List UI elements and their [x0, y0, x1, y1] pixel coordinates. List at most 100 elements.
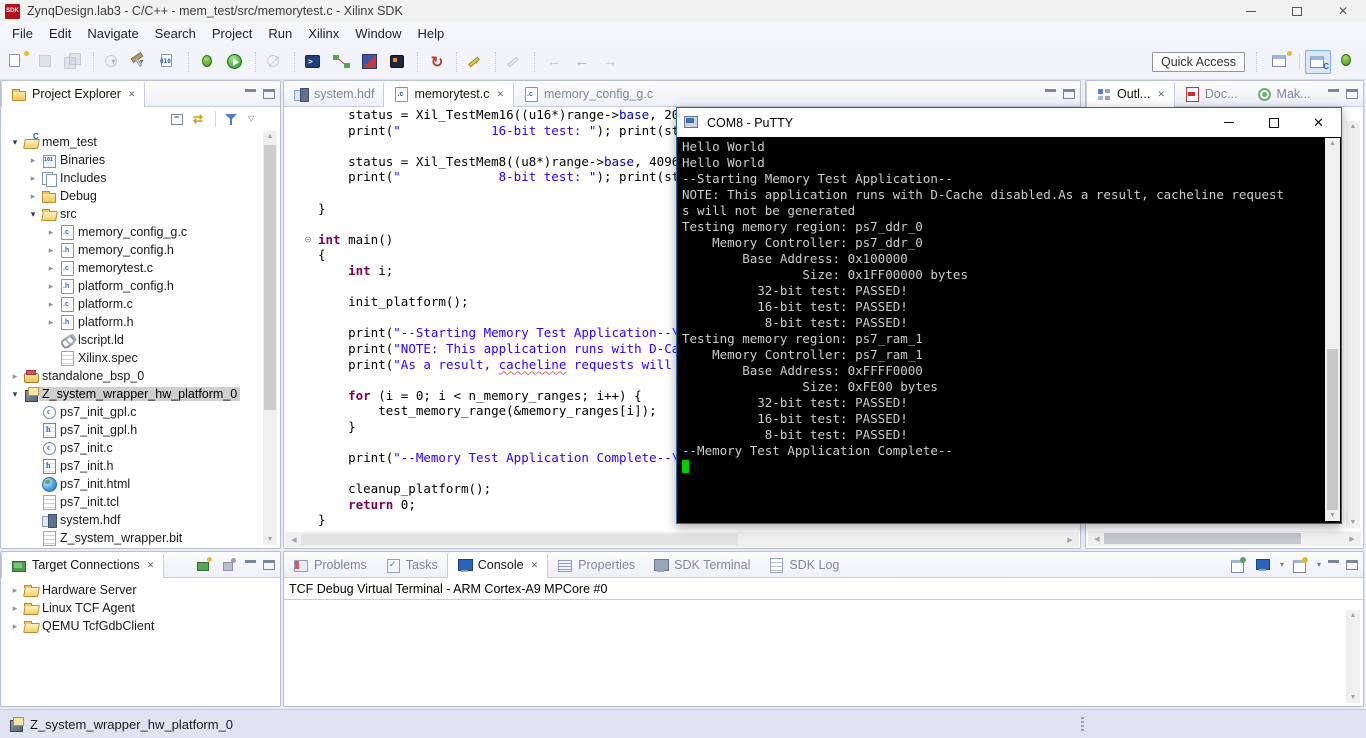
skip-breakpoints-icon[interactable] — [262, 50, 288, 74]
back-disabled-icon[interactable]: ← — [541, 50, 567, 74]
putty-maximize-button[interactable] — [1251, 108, 1296, 137]
scrollbar-right-arrow[interactable]: ▶ — [1345, 535, 1359, 543]
outline-vertical-scrollbar[interactable]: ▲ ▼ — [1346, 121, 1360, 528]
tree-item-system-hdf[interactable]: system.hdf — [1, 511, 280, 529]
scrollbar-left-arrow[interactable]: ◀ — [287, 536, 301, 544]
close-icon[interactable]: ✕ — [1157, 89, 1165, 100]
forward-icon[interactable]: → — [597, 50, 623, 74]
outline-horizontal-scrollbar[interactable]: ◀ ▶ — [1088, 531, 1361, 546]
tree-item-qemu-tcfgdbclient[interactable]: ▸ QEMU TcfGdbClient — [1, 617, 280, 635]
expander-icon[interactable]: ▸ — [7, 371, 23, 382]
dropdown-caret-icon[interactable]: ▾ — [1317, 560, 1321, 569]
tree-item-linux-tcf-agent[interactable]: ▸ Linux TCF Agent — [1, 599, 280, 617]
outline-tab-outl[interactable]: Outl... ✕ — [1086, 81, 1175, 107]
scrollbar-down-arrow[interactable]: ▼ — [1325, 512, 1340, 519]
expander-icon[interactable]: ▾ — [7, 389, 23, 400]
program-fpga-icon[interactable] — [357, 50, 383, 74]
tree-item-platform-c[interactable]: ▸ platform.c — [1, 295, 280, 313]
minimize-view-button[interactable] — [245, 560, 256, 563]
quick-access-button[interactable]: Quick Access — [1151, 51, 1245, 72]
scrollbar-thumb[interactable] — [1104, 533, 1301, 544]
expander-icon[interactable]: ▸ — [7, 621, 23, 632]
minimize-view-button[interactable] — [1328, 560, 1339, 563]
maximize-view-button[interactable] — [263, 88, 275, 99]
build-hammer-icon[interactable]: ▾ — [128, 50, 154, 74]
expander-icon[interactable]: ▸ — [7, 603, 23, 614]
tree-item-ps7-init-gpl-h[interactable]: ps7_init_gpl.h — [1, 421, 280, 439]
menu-help[interactable]: Help — [410, 23, 453, 44]
debug-perspective-icon[interactable] — [1334, 50, 1360, 74]
view-menu-icon[interactable] — [244, 110, 262, 128]
maximize-view-button[interactable] — [1063, 88, 1075, 99]
scrollbar-left-arrow[interactable]: ◀ — [1090, 535, 1104, 543]
explorer-vertical-scrollbar[interactable]: ▲ ▼ — [263, 131, 277, 545]
close-icon[interactable]: ✕ — [128, 89, 136, 100]
expander-icon[interactable]: ▸ — [7, 585, 23, 596]
minimize-view-button[interactable] — [1045, 89, 1056, 92]
tree-item-memory-config-g-c[interactable]: ▸ memory_config_g.c — [1, 223, 280, 241]
clock-icon[interactable]: ▾ — [100, 50, 126, 74]
putty-close-button[interactable]: ✕ — [1296, 108, 1341, 137]
menu-file[interactable]: File — [4, 23, 41, 44]
expander-icon[interactable]: ▸ — [43, 245, 59, 256]
putty-titlebar[interactable]: COM8 - PuTTY ✕ — [677, 108, 1341, 137]
expander-icon[interactable]: ▾ — [7, 137, 23, 148]
program-flash-icon[interactable]: 010 — [156, 50, 182, 74]
tree-item-memory-config-h[interactable]: ▸ memory_config.h — [1, 241, 280, 259]
dump-console-icon[interactable] — [385, 50, 411, 74]
open-console-icon[interactable] — [1291, 556, 1309, 574]
expander-icon[interactable]: ▾ — [25, 209, 41, 220]
window-minimize-button[interactable] — [1228, 0, 1274, 22]
menu-project[interactable]: Project — [204, 23, 260, 44]
link-with-editor-icon[interactable] — [191, 110, 209, 128]
maximize-view-button[interactable] — [263, 559, 275, 570]
menu-xilinx[interactable]: Xilinx — [300, 23, 347, 44]
console-tab-sdk-terminal[interactable]: SDK Terminal — [644, 552, 759, 577]
tree-item-platform-h[interactable]: ▸ platform.h — [1, 313, 280, 331]
pin-console-icon[interactable] — [1229, 556, 1247, 574]
run-icon[interactable]: ▾ — [223, 50, 249, 74]
tab-target-connections[interactable]: Target Connections ✕ — [1, 552, 165, 578]
menu-run[interactable]: Run — [260, 23, 300, 44]
tree-item-ps7-init-gpl-c[interactable]: ps7_init_gpl.c — [1, 403, 280, 421]
minimize-view-button[interactable] — [245, 89, 256, 92]
console-tab-tasks[interactable]: Tasks — [376, 552, 447, 577]
display-console-icon[interactable] — [1254, 556, 1272, 574]
highlight-pen-icon[interactable]: ▾ — [463, 50, 489, 74]
tree-item-ps7-init-tcl[interactable]: ps7_init.tcl — [1, 493, 280, 511]
window-maximize-button[interactable] — [1274, 0, 1320, 22]
scrollbar-up-arrow[interactable]: ▲ — [1325, 140, 1340, 147]
putty-terminal[interactable]: Hello World Hello World --Starting Memory … — [679, 137, 1324, 521]
collapse-all-icon[interactable] — [169, 110, 187, 128]
tree-item-z-system-wrapper-bit[interactable]: Z_system_wrapper.bit — [1, 529, 280, 547]
scrollbar-up-arrow[interactable]: ▲ — [1346, 123, 1360, 130]
tree-item-xilinx-spec[interactable]: Xilinx.spec — [1, 349, 280, 367]
refresh-index-icon[interactable]: ↻ — [424, 50, 450, 74]
putty-minimize-button[interactable] — [1206, 108, 1251, 137]
filter-icon[interactable] — [222, 110, 240, 128]
scrollbar-thumb[interactable] — [264, 145, 276, 410]
scrollbar-down-arrow[interactable]: ▼ — [1346, 694, 1360, 701]
close-icon[interactable]: ✕ — [147, 560, 155, 571]
scrollbar-right-arrow[interactable]: ▶ — [1063, 536, 1077, 544]
xsct-console-icon[interactable]: > — [301, 50, 327, 74]
menu-search[interactable]: Search — [147, 23, 204, 44]
menu-navigate[interactable]: Navigate — [79, 23, 146, 44]
console-tab-sdk-log[interactable]: SDK Log — [759, 552, 848, 577]
tree-item-src[interactable]: ▾ src — [1, 205, 280, 223]
editor-tab-memorytest-c[interactable]: memorytest.c ✕ — [383, 81, 514, 107]
menu-window[interactable]: Window — [347, 23, 409, 44]
maximize-view-button[interactable] — [1346, 559, 1358, 570]
cpp-perspective-icon[interactable]: C — [1305, 49, 1331, 74]
tree-item-ps7-init-html[interactable]: ps7_init.html — [1, 475, 280, 493]
editor-tab-system-hdf[interactable]: system.hdf — [284, 81, 383, 106]
debug-bug-icon[interactable]: ▾ — [195, 50, 221, 74]
expander-icon[interactable]: ▸ — [43, 281, 59, 292]
console-tab-problems[interactable]: Problems — [284, 552, 376, 577]
close-icon[interactable]: ✕ — [496, 89, 504, 100]
pin-editor-icon[interactable] — [502, 50, 528, 74]
tree-item-debug[interactable]: ▸ Debug — [1, 187, 280, 205]
expander-icon[interactable]: ▸ — [25, 173, 41, 184]
close-icon[interactable]: ✕ — [531, 560, 539, 571]
expander-icon[interactable]: ▸ — [43, 317, 59, 328]
